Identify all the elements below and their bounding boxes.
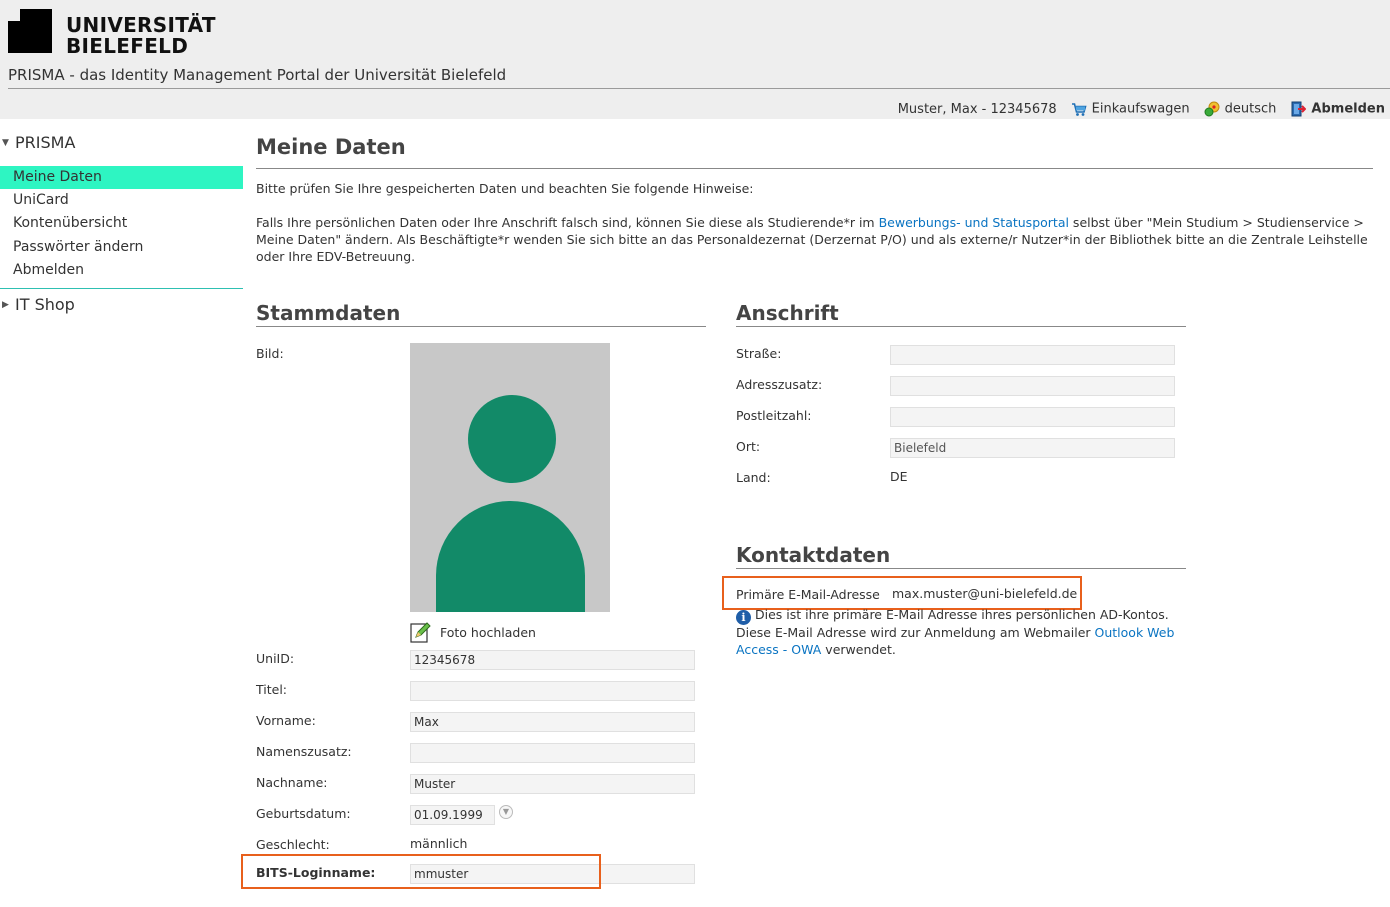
nachname-label: Nachname:: [256, 775, 328, 790]
strasse-field[interactable]: [890, 345, 1175, 365]
cart-link[interactable]: Einkaufswagen: [1071, 101, 1190, 117]
sidebar-section-prisma[interactable]: ▼ PRISMA: [0, 133, 75, 152]
geburtsdatum-field[interactable]: 01.09.1999: [410, 805, 495, 825]
stammdaten-divider: [256, 326, 706, 327]
triangle-down-icon: ▼: [2, 137, 9, 148]
anschrift-heading: Anschrift: [736, 301, 839, 325]
kontaktdaten-heading: Kontaktdaten: [736, 543, 891, 567]
user-identity: Muster, Max - 12345678: [897, 101, 1057, 117]
email-note: i Dies ist ihre primäre E-Mail Adresse ih…: [736, 607, 1186, 658]
anschrift-divider: [736, 326, 1186, 327]
land-value: DE: [890, 469, 908, 484]
info-text: Falls Ihre persönlichen Daten oder Ihre …: [256, 214, 1373, 265]
title-divider: [256, 168, 1373, 169]
upload-photo-button[interactable]: Foto hochladen: [410, 621, 536, 643]
namenszusatz-label: Namenszusatz:: [256, 744, 352, 759]
profile-photo-placeholder: [410, 343, 610, 612]
geburtsdatum-label: Geburtsdatum:: [256, 806, 351, 821]
email-highlight-box: [722, 576, 1082, 610]
logo-text-line1: UNIVERSITÄT: [66, 13, 216, 37]
page-title: Meine Daten: [256, 135, 406, 159]
titel-label: Titel:: [256, 682, 287, 697]
postleitzahl-field[interactable]: [890, 407, 1175, 427]
titel-field[interactable]: [410, 681, 695, 701]
sidebar-item-meine-daten[interactable]: Meine Daten: [0, 166, 243, 189]
geschlecht-value: männlich: [410, 836, 468, 851]
adresszusatz-field[interactable]: [890, 376, 1175, 396]
date-picker-button[interactable]: ▼: [499, 805, 513, 819]
header-divider: [8, 88, 1390, 89]
cart-label: Einkaufswagen: [1091, 101, 1190, 117]
ort-label: Ort:: [736, 439, 761, 454]
logo-text-line2: BIELEFELD: [66, 34, 189, 58]
ort-field[interactable]: Bielefeld: [890, 438, 1175, 458]
sidebar-item-unicard[interactable]: UniCard: [0, 189, 243, 212]
info-icon: i: [736, 610, 751, 625]
bild-label: Bild:: [256, 346, 284, 361]
language-icon: [1204, 101, 1220, 117]
sidebar-item-kontenuebersicht[interactable]: Kontenübersicht: [0, 212, 243, 235]
sidebar-section-label: IT Shop: [15, 295, 75, 314]
land-label: Land:: [736, 470, 771, 485]
nachname-field[interactable]: Muster: [410, 774, 695, 794]
logout-icon: [1291, 101, 1307, 117]
vorname-label: Vorname:: [256, 713, 316, 728]
sidebar-item-abmelden[interactable]: Abmelden: [0, 259, 243, 282]
postleitzahl-label: Postleitzahl:: [736, 408, 812, 423]
header: UNIVERSITÄT BIELEFELD PRISMA - das Ident…: [0, 0, 1390, 119]
sidebar-divider: [0, 288, 243, 289]
status-portal-link[interactable]: Bewerbungs- und Statusportal: [879, 215, 1069, 230]
sidebar-section-label: PRISMA: [15, 133, 76, 152]
adresszusatz-label: Adresszusatz:: [736, 377, 823, 392]
portal-title: PRISMA - das Identity Management Portal …: [8, 66, 507, 84]
user-nav: Muster, Max - 12345678 Einkaufswagen deu…: [898, 101, 1385, 117]
stammdaten-heading: Stammdaten: [256, 301, 401, 325]
uniid-field[interactable]: 12345678: [410, 650, 695, 670]
bits-highlight-box: [241, 854, 601, 889]
uniid-label: UniID:: [256, 651, 295, 666]
vorname-field[interactable]: Max: [410, 712, 695, 732]
namenszusatz-field[interactable]: [410, 743, 695, 763]
strasse-label: Straße:: [736, 346, 782, 361]
cart-icon: [1071, 103, 1087, 116]
hint-text: Bitte prüfen Sie Ihre gespeicherten Date…: [256, 181, 754, 196]
university-logo[interactable]: [8, 9, 52, 53]
info-text-part: Falls Ihre persönlichen Daten oder Ihre …: [256, 215, 879, 230]
language-link[interactable]: deutsch: [1204, 101, 1277, 117]
triangle-right-icon: ▶: [2, 299, 9, 310]
geschlecht-label: Geschlecht:: [256, 837, 330, 852]
logout-label: Abmelden: [1311, 101, 1385, 117]
language-label: deutsch: [1224, 101, 1277, 117]
sidebar-section-itshop[interactable]: ▶ IT Shop: [0, 295, 75, 314]
kontaktdaten-divider: [736, 568, 1186, 569]
edit-pencil-icon: [410, 622, 431, 643]
sidebar-item-passwoerter[interactable]: Passwörter ändern: [0, 236, 243, 259]
logout-link[interactable]: Abmelden: [1290, 101, 1385, 117]
upload-photo-label: Foto hochladen: [440, 624, 536, 640]
email-note-part: verwendet.: [821, 641, 896, 657]
